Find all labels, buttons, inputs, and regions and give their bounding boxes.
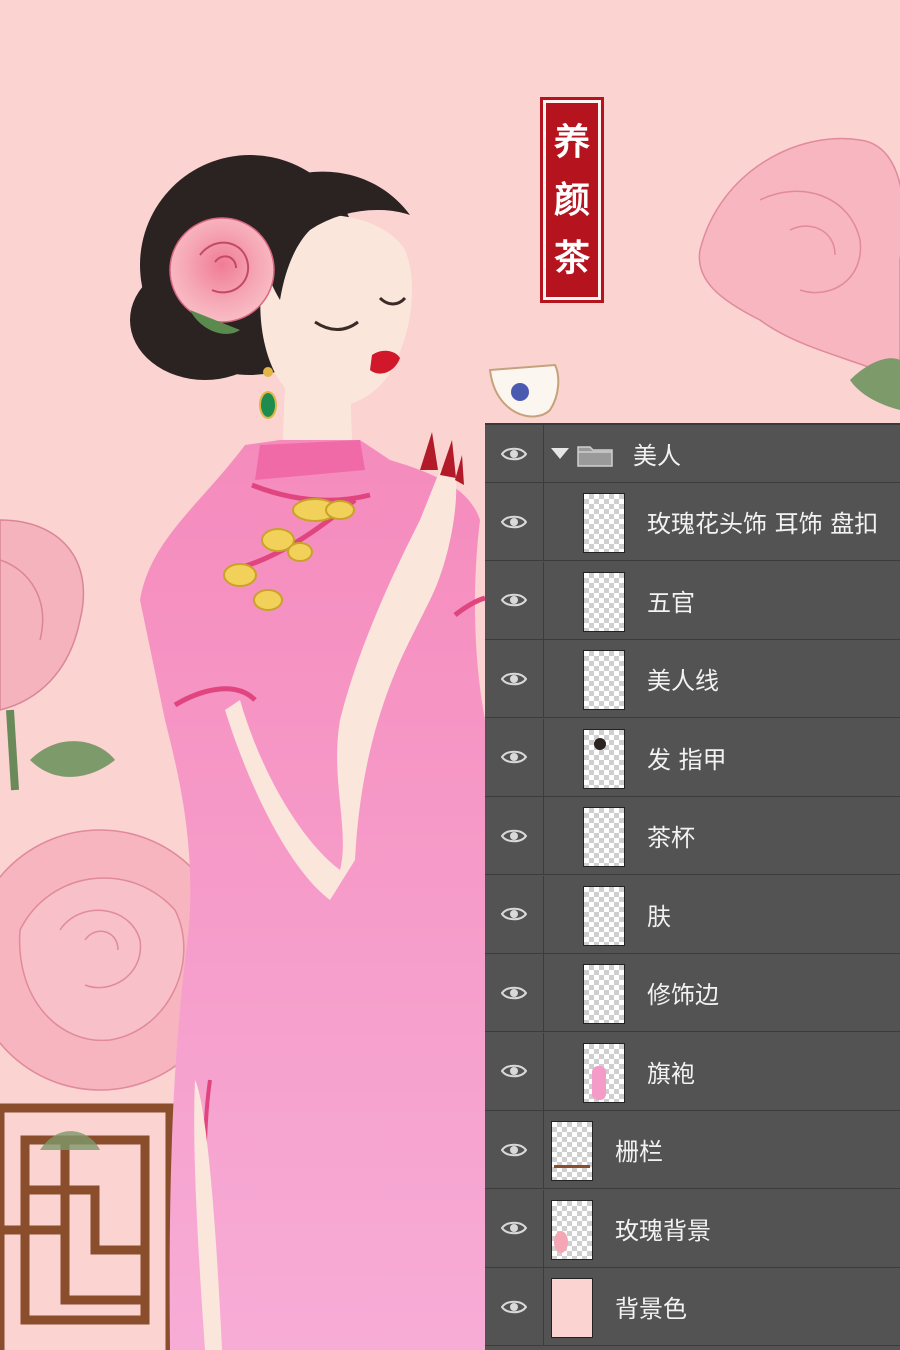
eye-icon[interactable] xyxy=(501,1142,527,1158)
layer-row[interactable]: 玫瑰背景 xyxy=(485,1189,900,1268)
eye-icon[interactable] xyxy=(501,749,527,765)
layer-thumbnail xyxy=(583,571,625,632)
layer-thumbnail xyxy=(551,1121,593,1181)
layer-name: 茶杯 xyxy=(647,824,695,852)
layer-group-row[interactable]: 美人 xyxy=(485,425,900,483)
layer-name: 修饰边 xyxy=(647,981,719,1009)
visibility-toggle[interactable] xyxy=(485,425,544,482)
visibility-toggle[interactable] xyxy=(485,718,544,796)
eye-icon[interactable] xyxy=(501,446,527,462)
layer-thumbnail xyxy=(583,493,625,553)
layer-thumbnail xyxy=(583,650,625,710)
layer-thumbnail xyxy=(551,1278,593,1338)
layer-row[interactable]: 背景色 xyxy=(485,1268,900,1346)
visibility-toggle[interactable] xyxy=(485,1032,544,1110)
eye-icon[interactable] xyxy=(501,671,527,687)
eye-icon[interactable] xyxy=(501,1220,527,1236)
seal-char-3: 茶 xyxy=(553,237,590,279)
layer-name: 发 指甲 xyxy=(647,745,727,774)
layer-thumbnail xyxy=(551,1199,593,1260)
folder-icon xyxy=(577,446,613,467)
visibility-toggle[interactable] xyxy=(485,1268,544,1345)
eye-icon[interactable] xyxy=(501,514,527,530)
seal-char-1: 养 xyxy=(553,121,590,163)
layer-name: 五官 xyxy=(647,588,695,617)
layer-row[interactable]: 旗袍 xyxy=(485,1032,900,1111)
eye-icon[interactable] xyxy=(501,906,527,922)
layer-name: 美人线 xyxy=(647,667,719,695)
eye-icon[interactable] xyxy=(501,1063,527,1079)
layer-thumbnail xyxy=(583,964,625,1024)
eye-icon[interactable] xyxy=(501,985,527,1001)
layer-row[interactable]: 栅栏 xyxy=(485,1111,900,1189)
layers-panel: 美人 玫瑰花头饰 耳饰 盘扣 五官美人线发 指甲茶杯肤修饰边旗袍栅栏玫瑰背景背景色 xyxy=(485,423,900,1350)
visibility-toggle[interactable] xyxy=(485,640,544,717)
layer-group-name: 美人 xyxy=(633,442,681,470)
layer-row[interactable]: 五官 xyxy=(485,561,900,640)
layer-thumbnail xyxy=(583,728,625,789)
layer-name: 玫瑰背景 xyxy=(615,1216,711,1245)
layer-row[interactable]: 修饰边 xyxy=(485,954,900,1032)
layer-row[interactable]: 美人线 xyxy=(485,640,900,718)
layer-thumbnail xyxy=(583,885,625,946)
layer-name: 旗袍 xyxy=(647,1059,695,1088)
visibility-toggle[interactable] xyxy=(485,1111,544,1188)
visibility-toggle[interactable] xyxy=(485,1189,544,1267)
canvas: 养 颜 茶 美人 玫瑰花头饰 耳饰 盘扣 五官美人线发 指甲茶杯肤修饰边旗袍栅栏玫… xyxy=(0,0,900,1350)
layer-name: 背景色 xyxy=(615,1295,687,1323)
visibility-toggle[interactable] xyxy=(485,875,544,953)
layer-row[interactable]: 肤 xyxy=(485,875,900,954)
visibility-toggle[interactable] xyxy=(485,797,544,874)
layer-thumbnail xyxy=(583,807,625,867)
rose-left-top xyxy=(0,519,115,791)
layer-row[interactable]: 玫瑰花头饰 耳饰 盘扣 xyxy=(485,483,900,561)
eye-icon[interactable] xyxy=(501,1299,527,1315)
eye-icon[interactable] xyxy=(501,828,527,844)
title-seal-stamp: 养 颜 茶 xyxy=(540,97,604,303)
layer-row[interactable]: 茶杯 xyxy=(485,797,900,875)
layer-row[interactable]: 发 指甲 xyxy=(485,718,900,797)
layer-name: 栅栏 xyxy=(615,1138,663,1166)
visibility-toggle[interactable] xyxy=(485,483,544,560)
visibility-toggle[interactable] xyxy=(485,954,544,1031)
layer-name: 玫瑰花头饰 耳饰 盘扣 xyxy=(647,510,879,538)
visibility-toggle[interactable] xyxy=(485,561,544,639)
expand-caret-icon[interactable] xyxy=(551,448,569,459)
seal-char-2: 颜 xyxy=(553,179,590,221)
layer-thumbnail xyxy=(583,1042,625,1103)
layer-name: 肤 xyxy=(647,902,671,931)
rose-right xyxy=(698,137,900,410)
eye-icon[interactable] xyxy=(501,592,527,608)
